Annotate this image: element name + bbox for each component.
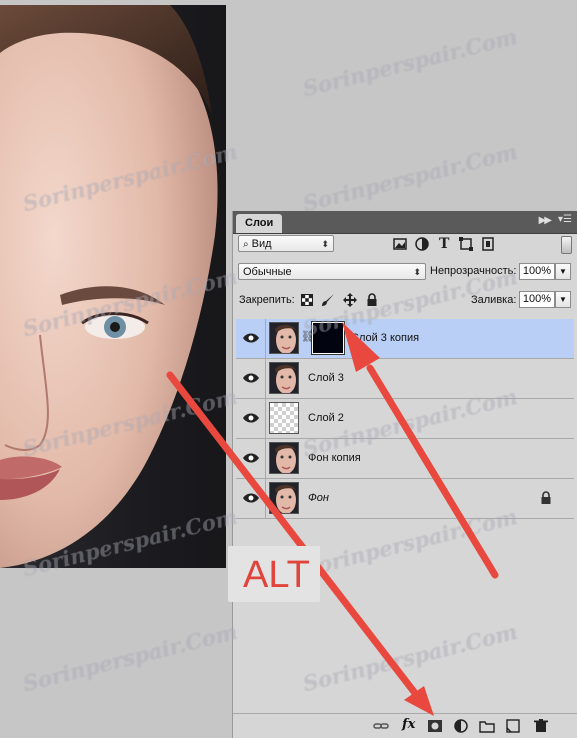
- updown-arrow-icon: ⬍: [413, 267, 421, 277]
- layer-thumbnail[interactable]: [269, 402, 299, 434]
- row-divider: [265, 319, 266, 358]
- visibility-eye-icon[interactable]: [242, 490, 260, 506]
- opacity-dropdown-icon[interactable]: ▼: [555, 263, 571, 280]
- search-icon: ⌕: [243, 239, 249, 250]
- image-filter-icon[interactable]: [393, 237, 407, 251]
- layer-name[interactable]: Слой 3: [308, 372, 344, 384]
- type-filter-icon[interactable]: T: [437, 236, 451, 250]
- layer-row[interactable]: Слой 2: [236, 399, 574, 439]
- alt-callout: ALT: [228, 546, 320, 602]
- collapse-icon[interactable]: ▶▶: [539, 215, 552, 226]
- fill-dropdown-icon[interactable]: ▼: [555, 291, 571, 308]
- layer-thumbnail[interactable]: [269, 362, 299, 394]
- tab-layers[interactable]: Слои: [236, 214, 283, 233]
- layer-row[interactable]: ⛓ Слой 3 копия: [236, 319, 574, 359]
- layer-lock-icon: [541, 491, 551, 504]
- watermark: Sorinperspair.Com: [300, 23, 520, 102]
- watermark: Sorinperspair.Com: [20, 618, 240, 697]
- trash-icon[interactable]: [533, 719, 549, 733]
- lock-all-icon[interactable]: [366, 293, 378, 307]
- new-layer-icon[interactable]: [505, 719, 521, 733]
- layers-list: ⛓ Слой 3 копия Слой 3 Слой 2 Фон копия Ф…: [236, 319, 574, 519]
- layer-name[interactable]: Фон: [308, 492, 329, 504]
- lock-pixels-brush-icon[interactable]: [321, 293, 335, 307]
- layer-name[interactable]: Слой 2: [308, 412, 344, 424]
- panel-tab-bar: Слои ▶▶ ▾☰: [233, 211, 577, 234]
- updown-arrow-icon: ⬍: [321, 239, 329, 249]
- alt-callout-text: ALT: [243, 554, 310, 596]
- opacity-input[interactable]: 100%: [519, 263, 555, 280]
- panel-menu-icon[interactable]: ▾☰: [558, 214, 572, 225]
- opacity-label: Непрозрачность:: [430, 265, 517, 277]
- filter-toggle-switch[interactable]: [561, 236, 572, 254]
- filter-row: ⌕ Вид ⬍ T: [233, 235, 577, 255]
- canvas-photo: [0, 5, 226, 568]
- blend-row: Обычные ⬍ Непрозрачность: 100% ▼: [233, 263, 577, 283]
- fill-label: Заливка:: [471, 294, 517, 306]
- lock-label: Закрепить:: [239, 294, 295, 306]
- add-mask-icon[interactable]: [427, 719, 443, 733]
- layer-thumbnail[interactable]: [269, 442, 299, 474]
- visibility-eye-icon[interactable]: [242, 330, 260, 346]
- layer-name[interactable]: Фон копия: [308, 452, 361, 464]
- shape-filter-icon[interactable]: [459, 237, 473, 251]
- layer-row[interactable]: Фон копия: [236, 439, 574, 479]
- lock-position-move-icon[interactable]: [343, 293, 357, 307]
- link-icon[interactable]: [373, 719, 389, 733]
- layer-thumbnail[interactable]: [269, 482, 299, 514]
- svg-text:T: T: [439, 236, 450, 250]
- row-divider: [265, 479, 266, 518]
- visibility-eye-icon[interactable]: [242, 410, 260, 426]
- row-divider: [265, 359, 266, 398]
- layer-thumbnail[interactable]: [269, 322, 299, 354]
- lock-row: Закрепить: Заливка: 100% ▼: [233, 291, 577, 311]
- blend-mode-select[interactable]: Обычные ⬍: [238, 263, 426, 280]
- folder-icon[interactable]: [479, 719, 495, 733]
- adjustment-icon[interactable]: [453, 719, 469, 733]
- filter-kind-select[interactable]: ⌕ Вид ⬍: [238, 235, 334, 252]
- layers-bottom-toolbar: fx: [233, 713, 577, 738]
- visibility-eye-icon[interactable]: [242, 450, 260, 466]
- filter-kind-value: Вид: [251, 238, 272, 250]
- row-divider: [265, 439, 266, 478]
- layer-mask-thumbnail[interactable]: [311, 321, 345, 355]
- fill-input[interactable]: 100%: [519, 291, 555, 308]
- blend-mode-value: Обычные: [243, 266, 292, 278]
- layer-name[interactable]: Слой 3 копия: [351, 332, 419, 344]
- layer-row[interactable]: Слой 3: [236, 359, 574, 399]
- smart-object-filter-icon[interactable]: [481, 237, 495, 251]
- layers-panel: Слои ▶▶ ▾☰ ⌕ Вид ⬍ T Обычные ⬍ Непрозрач…: [232, 211, 577, 738]
- row-divider: [265, 399, 266, 438]
- fx-icon[interactable]: fx: [402, 717, 415, 732]
- layer-row[interactable]: Фон: [236, 479, 574, 519]
- visibility-eye-icon[interactable]: [242, 370, 260, 386]
- adjustment-filter-icon[interactable]: [415, 237, 429, 251]
- lock-transparency-icon[interactable]: [301, 294, 313, 306]
- watermark: Sorinperspair.Com: [300, 138, 520, 217]
